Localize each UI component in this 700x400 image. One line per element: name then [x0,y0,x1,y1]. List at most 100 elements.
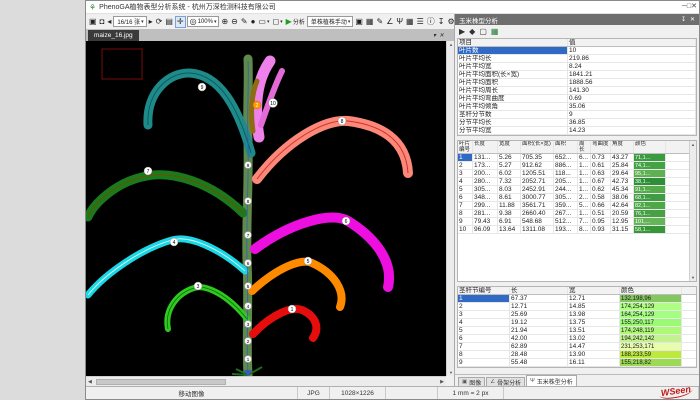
batch-icon[interactable]: ◆ [469,27,475,36]
column-header[interactable]: 面积 [554,141,578,153]
scroll-up-icon[interactable]: ▲ [691,142,695,147]
column-header[interactable]: 长 [510,287,568,294]
scroll-left-icon[interactable]: ◀ [88,379,92,385]
horizontal-scrollbar[interactable]: ◀ ▶ [86,376,446,386]
table-row[interactable]: 979.436.91548.68512...7...0.9512.95101,.… [458,218,696,226]
image-canvas[interactable]: 1 2 3 4 5 6 7 8 9 10 1 2 3 4 5 [86,41,446,376]
table-row[interactable]: 1096.0913.641311.08193...8...0.9331.1558… [458,226,696,234]
scroll-right-icon[interactable]: ▶ [440,379,444,385]
table-row[interactable]: 分节平均长36.85 [458,119,696,127]
mode-combo[interactable]: 单株植株手动▾ [307,16,354,27]
table-row[interactable]: 叶片平均弯曲度0.69 [458,95,696,103]
next-image-button[interactable]: ▸ [148,16,154,28]
skeleton-icon[interactable]: Ψ [395,16,404,28]
column-header[interactable]: 宽度 [498,141,521,153]
table-row[interactable]: 4280...7.322052.71205...1...0.6742.7338,… [458,178,696,186]
table-row[interactable]: 521.9413.51174,248,119 [458,327,696,335]
edit-icon[interactable]: ✎ [375,16,384,28]
save-icon[interactable]: ▤ [164,16,174,28]
column-header[interactable]: 值 [568,39,696,46]
leaf-5-orange[interactable] [252,262,342,307]
table-row[interactable]: 叶片平均宽8.24 [458,63,696,71]
list-icon[interactable]: ☰ [416,16,425,28]
column-header[interactable]: 宽 [568,287,620,294]
table-row[interactable]: 642.0013.02194,242,142 [458,335,696,343]
run-analysis-icon[interactable]: ▶ [459,27,465,36]
table-row[interactable]: 6348...8.613000.77305...2...0.5838.0668,… [458,194,696,202]
grid-icon[interactable]: ▦ [405,16,415,28]
zoom-combo[interactable]: ◎100%▾ [187,16,220,27]
rect-tool[interactable]: ▭▾ [257,16,270,28]
panel-tab-骨架分析[interactable]: ∠骨架分析 [486,377,525,386]
pan-tool[interactable]: ✛ [175,16,186,28]
column-header[interactable]: 弯曲度 [591,141,611,153]
panel-close-icon[interactable]: ✕ [690,16,695,23]
vertical-scrollbar[interactable]: ▲ ▼ [446,41,454,376]
close-image-button[interactable]: ✕ [439,32,444,39]
column-header[interactable]: 叶片编号 [458,141,473,153]
image-export-icon[interactable]: ▣ [354,16,364,28]
column-header[interactable]: 面积(长×宽) [521,141,554,153]
scrollbar-thumb[interactable] [96,379,226,385]
table-row[interactable]: 167.3712.71132,198,96 [458,295,696,303]
leaf-7-darkgreen[interactable] [88,175,243,217]
table-row[interactable]: 叶片平均长219.86 [458,55,696,63]
open-folder-icon[interactable]: ▣ [88,16,98,28]
table-row[interactable]: 8281...9.382660.40267...1...0.5120.5976,… [458,210,696,218]
rotate-icon[interactable]: ⟳ [155,16,164,28]
column-header[interactable]: 颜色 [634,141,666,153]
pin-icon[interactable]: ↧ [681,16,686,23]
prev-image-button[interactable]: ◂ [106,16,112,28]
column-header[interactable]: 角度 [611,141,634,153]
table-row[interactable]: 955.4816.11155,218,82 [458,359,696,367]
panel-tab-玉米株型分析[interactable]: Ψ玉米株型分析 [526,375,577,386]
table-row[interactable]: 1131...5.26705.35652...6...0.7343.2771,1… [458,154,696,162]
angle-icon[interactable]: ∠ [385,16,394,28]
marker-icon[interactable]: ✎ [240,16,249,28]
leaf-8-salmon[interactable] [257,121,408,179]
excel-export-icon[interactable]: ▦ [365,16,375,28]
camera-icon[interactable]: ◘ [99,16,106,28]
copy-icon[interactable]: ▢ [479,27,487,36]
table-row[interactable]: 茎秆分节数9 [458,111,696,119]
table-row[interactable]: 762.8914.47231,253,171 [458,343,696,351]
table-row[interactable]: 3200...6.021205.51118...1...0.6329.6495,… [458,170,696,178]
table-row[interactable]: 325.6913.98164,254,129 [458,311,696,319]
leaf-4-cyan[interactable] [88,239,245,295]
excel-icon[interactable]: ▦ [491,27,499,36]
table-row[interactable]: 5305...8.032452.91244...1...0.6245.3491,… [458,186,696,194]
table-row[interactable]: 叶片数10 [458,47,696,55]
leaf-1-red[interactable] [253,309,316,338]
image-counter-combo[interactable]: 16/16 张▾ [113,16,146,27]
table-row[interactable]: 212.7114.85174,254,129 [458,303,696,311]
table-row[interactable]: 叶片平均周长141.30 [458,87,696,95]
leaf-table-scrollbar[interactable]: ▲ ▼ [689,141,696,281]
image-tab[interactable]: maize_16.jpg [88,30,139,41]
shape-tool[interactable]: ◻▾ [272,16,284,28]
column-header[interactable]: 长度 [473,141,498,153]
leaf-3-lime[interactable] [167,287,247,329]
tab-list-button[interactable]: ▾ [433,32,436,39]
table-row[interactable]: 828.4813.90188,233,59 [458,351,696,359]
table-row[interactable]: 7299...11.883561.71359...5...0.6642.6482… [458,202,696,210]
column-header[interactable]: 茎秆节编号 [458,287,510,294]
table-row[interactable]: 419.1213.75155,250,117 [458,319,696,327]
zoom-out-icon[interactable]: ⊖ [230,16,239,28]
column-header[interactable]: 颜色 [620,287,682,294]
scroll-down-icon[interactable]: ▼ [691,275,695,280]
close-button[interactable]: ✕ [691,3,697,10]
settings-icon[interactable]: ⚙ [446,16,454,28]
circle-tool[interactable]: ● [250,16,257,28]
zoom-in-icon[interactable]: ⊕ [220,16,229,28]
table-row[interactable]: 叶片平均倾角35.06 [458,103,696,111]
column-header[interactable]: 周长 [578,141,591,153]
info-icon[interactable]: ⓘ [426,16,436,28]
download-icon[interactable]: ↧ [437,16,446,28]
panel-tab-图像[interactable]: ▣图像 [458,377,485,386]
analyze-button[interactable]: ▶分析 [285,16,306,28]
column-header[interactable]: 项目 [458,39,568,46]
table-row[interactable]: 2173...5.27912.62886...1...0.6125.8474,1… [458,162,696,170]
table-row[interactable]: 叶片平均面积1888.56 [458,79,696,87]
table-row[interactable]: 分节平均宽14.23 [458,127,696,135]
table-row[interactable]: 叶片平均面积(长×宽)1841.21 [458,71,696,79]
